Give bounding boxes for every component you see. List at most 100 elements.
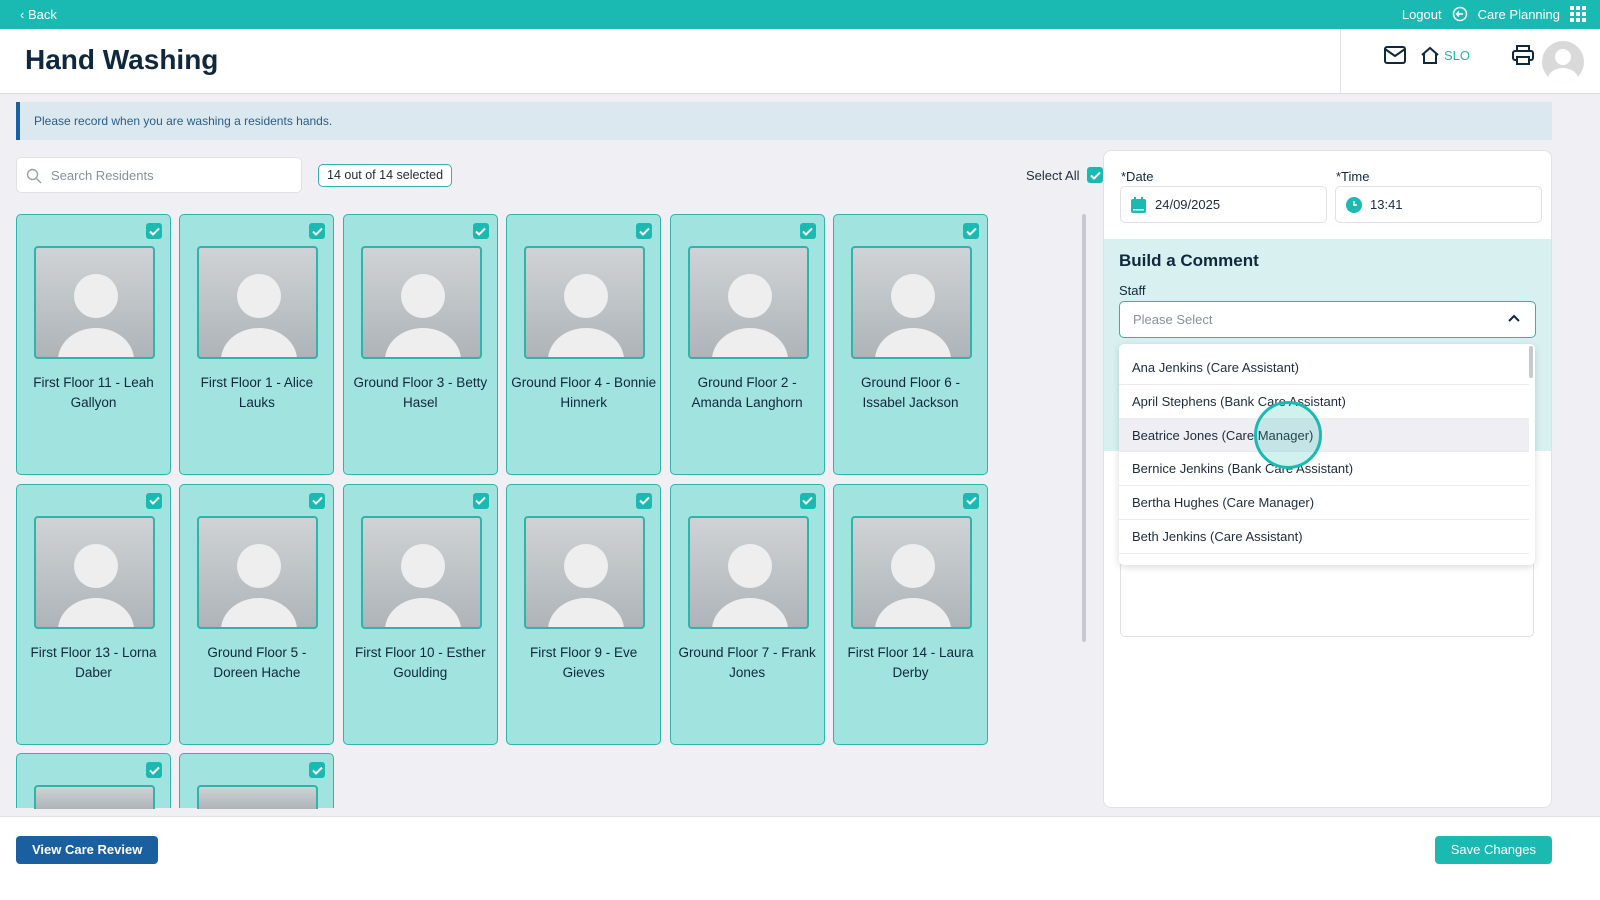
staff-select[interactable]: Please Select bbox=[1119, 301, 1536, 338]
selection-count-badge: 14 out of 14 selected bbox=[318, 164, 453, 187]
resident-checkbox[interactable] bbox=[636, 492, 653, 509]
resident-checkbox[interactable] bbox=[146, 223, 162, 239]
resident-card[interactable]: First Floor 10 - Esther Goulding bbox=[342, 483, 498, 745]
resident-checkbox[interactable] bbox=[636, 223, 653, 239]
divider bbox=[1340, 29, 1341, 94]
time-input[interactable]: 13:41 bbox=[1335, 186, 1542, 223]
resident-card[interactable] bbox=[179, 753, 335, 809]
resident-checkbox[interactable] bbox=[146, 762, 162, 778]
select-all-checkbox[interactable] bbox=[1087, 167, 1104, 183]
resident-card[interactable]: Ground Floor 4 - Bonnie Hinnerk bbox=[506, 214, 662, 475]
date-label: *Date bbox=[1121, 169, 1154, 184]
time-label: *Time bbox=[1336, 169, 1370, 184]
resident-card[interactable]: Ground Floor 3 - Betty Hasel bbox=[342, 214, 498, 475]
resident-name: First Floor 14 - Laura Derby bbox=[847, 644, 974, 680]
resident-checkbox[interactable] bbox=[963, 492, 979, 509]
staff-option[interactable]: Bertha Hughes (Care Manager) bbox=[1119, 486, 1529, 520]
resident-photo bbox=[851, 246, 972, 359]
resident-checkbox[interactable] bbox=[309, 762, 326, 778]
select-all[interactable]: Select All bbox=[1026, 167, 1104, 183]
search-icon bbox=[26, 168, 42, 184]
staff-option[interactable]: Bernice Jenkins (Bank Care Assistant) bbox=[1119, 452, 1529, 487]
apps-grid-icon[interactable] bbox=[1570, 6, 1586, 22]
resident-name: First Floor 11 - Leah Gallyon bbox=[33, 375, 154, 410]
resident-card[interactable]: Ground Floor 7 - Frank Jones bbox=[669, 483, 825, 745]
resident-photo bbox=[34, 246, 155, 359]
resident-card[interactable]: First Floor 9 - Eve Gieves bbox=[506, 483, 662, 745]
date-value: 24/09/2025 bbox=[1155, 197, 1221, 212]
staff-option[interactable]: April Stephens (Bank Care Assistant) bbox=[1119, 385, 1529, 419]
resident-name: Ground Floor 2 - Amanda Langhorn bbox=[691, 375, 803, 410]
resident-name: Ground Floor 3 - Betty Hasel bbox=[353, 375, 488, 410]
resident-photo bbox=[197, 515, 319, 629]
resident-photo bbox=[360, 515, 482, 629]
back-link[interactable]: ‹ Back bbox=[20, 7, 57, 22]
build-comment-title: Build a Comment bbox=[1119, 251, 1259, 270]
resident-checkbox[interactable] bbox=[146, 492, 162, 509]
search-residents-input[interactable]: Search Residents bbox=[16, 157, 302, 193]
residents-scrollbar[interactable] bbox=[1082, 214, 1086, 642]
resident-checkbox[interactable] bbox=[799, 492, 816, 509]
staff-dropdown-list: Ana Jenkins (Care Assistant) April Stephe… bbox=[1119, 344, 1535, 565]
resident-card[interactable]: First Floor 1 - Alice Lauks bbox=[179, 214, 335, 475]
save-changes-button[interactable]: Save Changes bbox=[1434, 836, 1552, 864]
info-banner: Please record when you are washing a res… bbox=[16, 102, 1552, 140]
comment-textarea[interactable] bbox=[1120, 561, 1534, 637]
print-icon[interactable] bbox=[1512, 45, 1535, 65]
staff-option[interactable]: Ana Jenkins (Care Assistant) bbox=[1119, 351, 1529, 385]
resident-photo bbox=[687, 246, 809, 359]
page-title: Hand Washing bbox=[25, 44, 219, 75]
resident-name: First Floor 9 - Eve Gieves bbox=[530, 644, 638, 680]
resident-photo bbox=[197, 785, 319, 809]
resident-card[interactable]: First Floor 13 - Lorna Daber bbox=[16, 483, 171, 745]
resident-name: First Floor 10 - Esther Goulding bbox=[355, 644, 486, 680]
resident-card[interactable] bbox=[16, 753, 171, 809]
chevron-up-icon bbox=[1508, 314, 1520, 322]
location-label[interactable]: SLO bbox=[1444, 48, 1470, 63]
logout-link[interactable]: Logout bbox=[1402, 7, 1442, 22]
resident-photo bbox=[851, 515, 972, 629]
resident-card[interactable]: First Floor 14 - Laura Derby bbox=[833, 483, 988, 745]
resident-checkbox[interactable] bbox=[472, 223, 489, 239]
resident-checkbox[interactable] bbox=[799, 223, 816, 239]
resident-photo bbox=[687, 515, 809, 629]
resident-card[interactable]: First Floor 11 - Leah Gallyon bbox=[16, 214, 171, 475]
mail-icon[interactable] bbox=[1384, 46, 1406, 64]
time-value: 13:41 bbox=[1370, 197, 1403, 212]
staff-label: Staff bbox=[1119, 283, 1146, 298]
date-input[interactable]: 24/09/2025 bbox=[1120, 186, 1327, 223]
resident-checkbox[interactable] bbox=[309, 223, 326, 239]
page-header: Hand Washing SLO bbox=[0, 29, 1600, 94]
select-all-label: Select All bbox=[1026, 167, 1080, 183]
staff-option[interactable]: Beatrice Jones (Care Manager) bbox=[1119, 418, 1529, 453]
calendar-icon bbox=[1131, 197, 1146, 213]
click-indicator bbox=[1254, 401, 1322, 469]
resident-name: Ground Floor 7 - Frank Jones bbox=[678, 644, 816, 680]
resident-name: Ground Floor 5 - Doreen Hache bbox=[207, 644, 307, 680]
footer-bar: View Care Review Save Changes bbox=[0, 816, 1600, 900]
dropdown-scrollbar[interactable] bbox=[1529, 346, 1533, 378]
staff-placeholder: Please Select bbox=[1133, 312, 1213, 327]
view-care-review-button[interactable]: View Care Review bbox=[16, 836, 159, 864]
staff-option[interactable]: Beth Jenkins (Care Assistant) bbox=[1119, 520, 1529, 554]
resident-name: Ground Floor 6 - Issabel Jackson bbox=[860, 375, 961, 410]
resident-checkbox[interactable] bbox=[309, 492, 326, 509]
resident-name: Ground Floor 4 - Bonnie Hinnerk bbox=[511, 375, 657, 410]
resident-card[interactable]: Ground Floor 6 - Issabel Jackson bbox=[833, 214, 988, 475]
clock-icon bbox=[1346, 197, 1362, 213]
resident-photo bbox=[524, 246, 646, 359]
resident-name: First Floor 1 - Alice Lauks bbox=[200, 375, 314, 410]
resident-photo bbox=[197, 246, 319, 359]
home-icon[interactable] bbox=[1420, 46, 1440, 64]
resident-checkbox[interactable] bbox=[472, 492, 489, 509]
resident-card[interactable]: Ground Floor 2 - Amanda Langhorn bbox=[669, 214, 825, 475]
resident-photo bbox=[34, 785, 155, 809]
user-avatar[interactable] bbox=[1542, 41, 1584, 83]
resident-checkbox[interactable] bbox=[963, 223, 979, 239]
residents-grid: First Floor 11 - Leah Gallyon First Floor… bbox=[16, 214, 1076, 809]
logout-icon[interactable] bbox=[1452, 6, 1468, 22]
resident-card[interactable]: Ground Floor 5 - Doreen Hache bbox=[179, 483, 335, 745]
search-placeholder: Search Residents bbox=[51, 168, 154, 183]
resident-photo bbox=[360, 246, 482, 359]
resident-photo bbox=[34, 515, 155, 629]
